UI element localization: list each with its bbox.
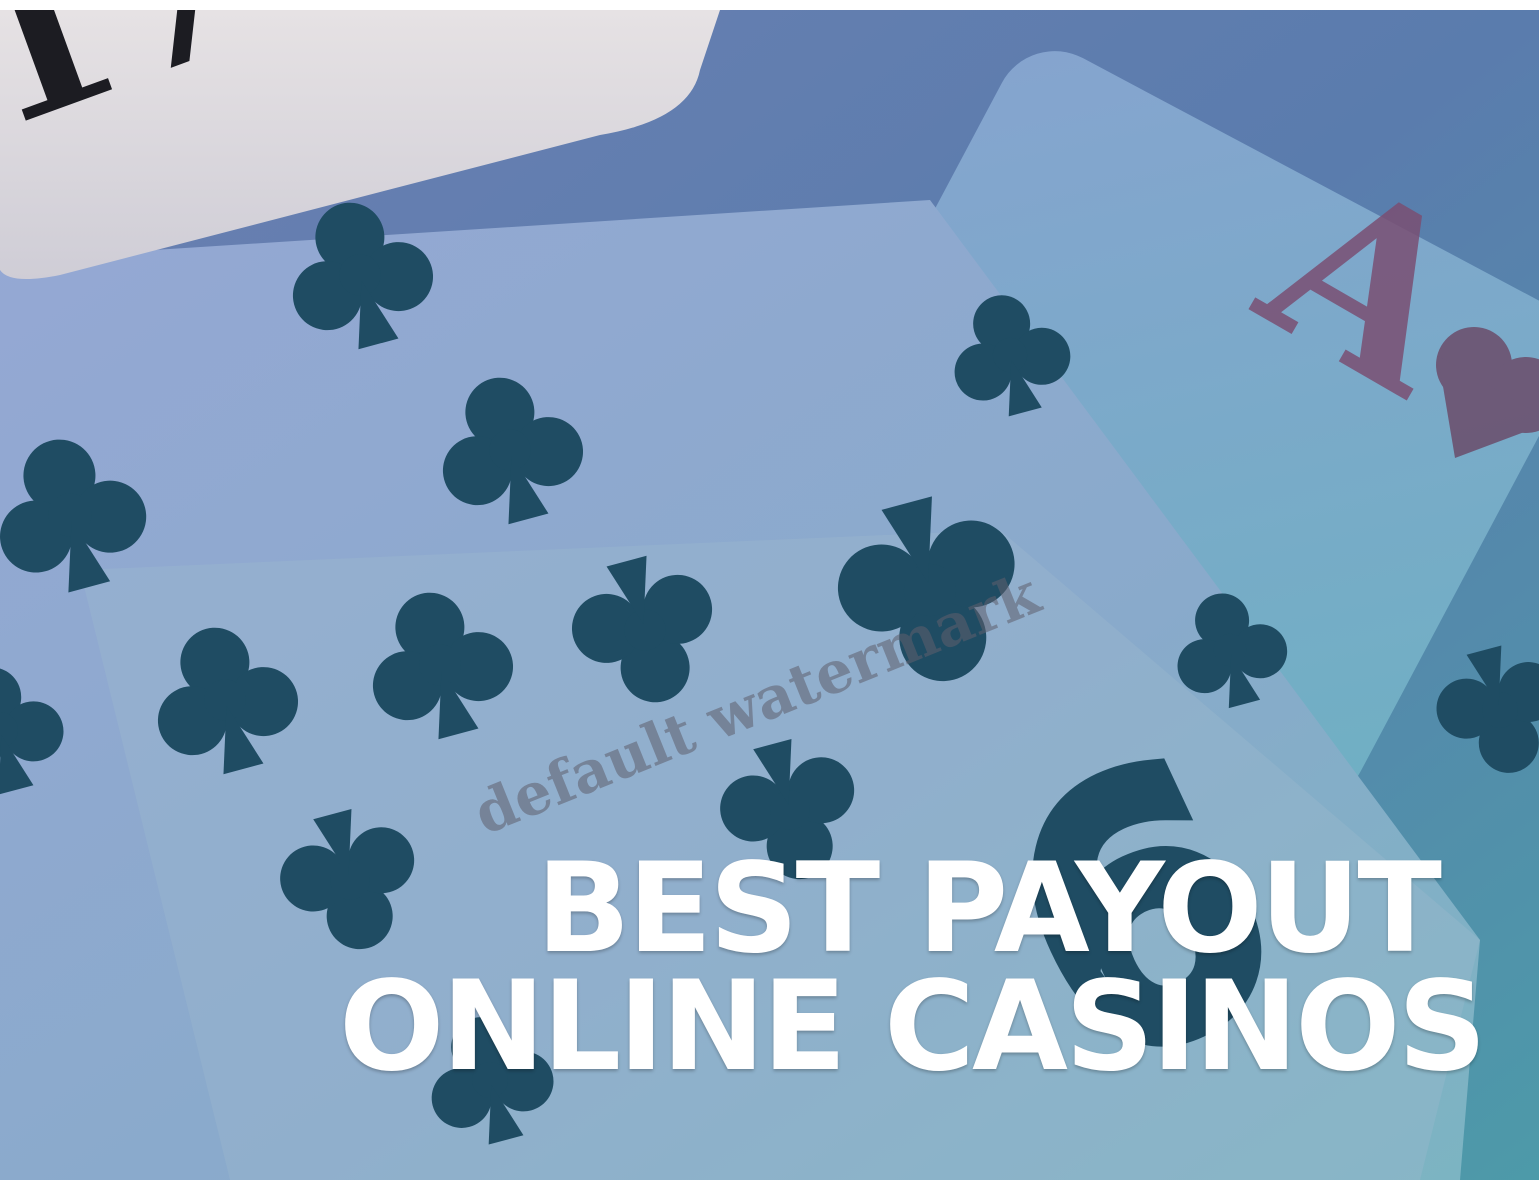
hero-image: A 17 6 default watermark BEST PAYOUT ONL… <box>0 10 1539 1180</box>
page-title: BEST PAYOUT ONLINE CASINOS <box>339 837 1487 1099</box>
title-line-1: BEST PAYOUT <box>536 837 1442 981</box>
title-line-2: ONLINE CASINOS <box>339 955 1487 1099</box>
